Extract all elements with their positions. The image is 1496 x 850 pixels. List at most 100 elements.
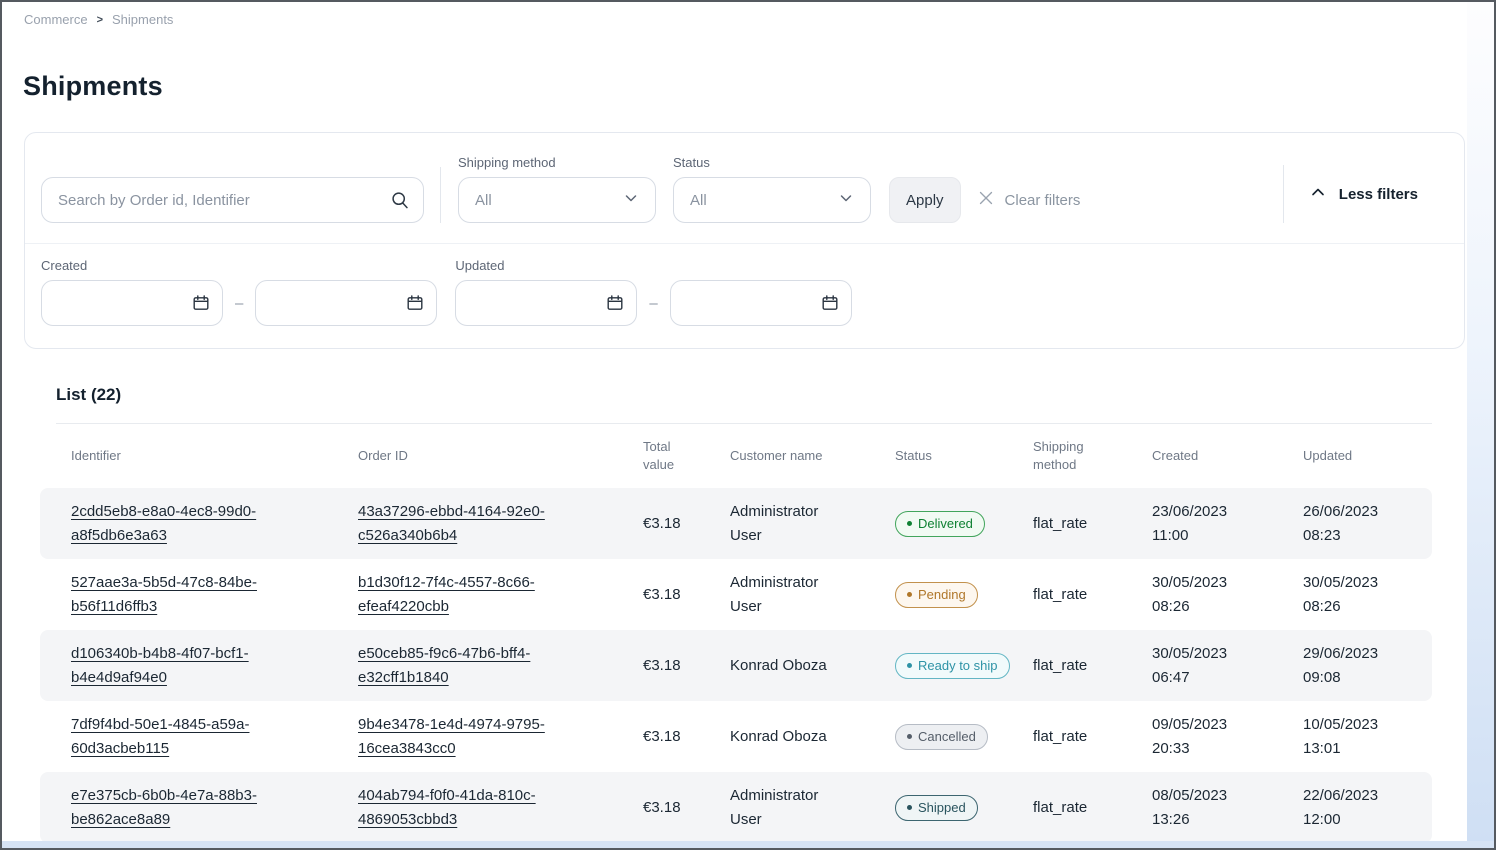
vertical-scrollbar[interactable] [1467,2,1494,842]
shipping-method-cell: flat_rate [1033,586,1152,603]
order-id-link[interactable]: 43a37296-ebbd-4164-92e0-c526a340b6b4 [358,500,572,548]
table-header: Identifier Order ID Total value Customer… [40,424,1432,488]
chevron-down-icon [623,190,639,210]
less-filters-button[interactable]: Less filters [1309,183,1418,205]
column-header-updated[interactable]: Updated [1303,447,1432,465]
calendar-icon[interactable] [405,293,425,318]
identifier-link[interactable]: e7e375cb-6b0b-4e7a-88b3-be862ace8a89 [71,784,285,832]
created-cell: 09/05/2023 20:33 [1152,713,1303,761]
updated-from-field [455,280,637,326]
column-header-shipping-method[interactable]: Shipping method [1033,438,1105,474]
shipping-method-cell: flat_rate [1033,657,1152,674]
status-badge: Delivered [895,511,985,537]
status-dot-icon [907,521,912,526]
status-badge: Shipped [895,795,978,821]
chevron-up-icon [1309,183,1327,205]
total-value-cell: €3.18 [643,799,730,816]
filters-toggle-area: Less filters [1283,147,1448,223]
status-badge: Ready to ship [895,653,1010,679]
status-dot-icon [907,663,912,668]
order-id-link[interactable]: b1d30f12-7f4c-4557-8c66-efeaf4220cbb [358,571,572,619]
column-header-created[interactable]: Created [1152,447,1303,465]
status-dot-icon [907,805,912,810]
breadcrumb-shipments[interactable]: Shipments [112,12,173,27]
created-label: Created [41,258,437,273]
created-filter: Created – [41,258,437,326]
shipping-method-cell: flat_rate [1033,515,1152,532]
status-label: Status [673,155,871,170]
updated-cell: 26/06/2023 08:23 [1303,500,1432,548]
breadcrumb-separator-icon: > [97,14,103,26]
filters-panel: Shipping method All Status All [24,132,1465,349]
customer-name-cell: Konrad Oboza [730,725,842,749]
identifier-link[interactable]: 2cdd5eb8-e8a0-4ec8-99d0-a8f5db6e3a63 [71,500,285,548]
customer-name-cell: Administrator User [730,571,842,619]
calendar-icon[interactable] [605,293,625,318]
updated-cell: 10/05/2023 13:01 [1303,713,1432,761]
updated-label: Updated [455,258,851,273]
order-id-link[interactable]: e50ceb85-f9c6-47b6-bff4-e32cff1b1840 [358,642,572,690]
identifier-link[interactable]: d106340b-b4b8-4f07-bcf1-b4e4d9af94e0 [71,642,285,690]
shipments-page: Commerce > Shipments Shipments Shipping … [0,0,1496,850]
status-badge-label: Pending [918,587,966,603]
table-row: e7e375cb-6b0b-4e7a-88b3-be862ace8a89 404… [40,772,1432,843]
total-value-cell: €3.18 [643,586,730,603]
column-header-total-value[interactable]: Total value [643,438,695,474]
order-id-link[interactable]: 9b4e3478-1e4d-4974-9795-16cea3843cc0 [358,713,572,761]
table-row: 527aae3a-5b5d-47c8-84be-b56f11d6ffb3 b1d… [40,559,1432,630]
shipping-method-value: All [475,192,492,209]
shipping-method-select[interactable]: All [458,177,656,223]
column-header-customer-name[interactable]: Customer name [730,447,895,465]
breadcrumb: Commerce > Shipments [2,2,1494,27]
calendar-icon[interactable] [191,293,211,318]
order-id-link[interactable]: 404ab794-f0f0-41da-810c-4869053cbbd3 [358,784,572,832]
customer-name-cell: Administrator User [730,784,842,832]
chevron-down-icon [838,190,854,210]
column-header-identifier[interactable]: Identifier [71,447,358,465]
table-body: 2cdd5eb8-e8a0-4ec8-99d0-a8f5db6e3a63 43a… [40,488,1432,843]
filter-divider [1283,165,1284,223]
search-input[interactable] [41,177,424,223]
shipping-method-field: Shipping method All [458,155,656,223]
table-row: 7df9f4bd-50e1-4845-a59a-60d3acbeb115 9b4… [40,701,1432,772]
created-cell: 23/06/2023 11:00 [1152,500,1303,548]
status-badge: Cancelled [895,724,988,750]
close-icon [977,189,995,211]
updated-cell: 30/05/2023 08:26 [1303,571,1432,619]
status-select[interactable]: All [673,177,871,223]
calendar-icon[interactable] [820,293,840,318]
clear-filters-button[interactable]: Clear filters [977,177,1081,223]
status-field: Status All [673,155,871,223]
identifier-link[interactable]: 7df9f4bd-50e1-4845-a59a-60d3acbeb115 [71,713,285,761]
customer-name-cell: Konrad Oboza [730,654,842,678]
date-range-separator: – [649,295,657,312]
status-badge-label: Delivered [918,516,973,532]
status-badge-label: Shipped [918,800,966,816]
status-dot-icon [907,592,912,597]
filters-main-row: Shipping method All Status All [25,133,1464,243]
shipments-list: List (22) Identifier Order ID Total valu… [40,385,1432,843]
total-value-cell: €3.18 [643,657,730,674]
status-cell: Delivered [895,511,1033,537]
updated-to-field [670,280,852,326]
table-row: 2cdd5eb8-e8a0-4ec8-99d0-a8f5db6e3a63 43a… [40,488,1432,559]
column-header-status[interactable]: Status [895,447,1033,465]
column-header-order-id[interactable]: Order ID [358,447,643,465]
created-cell: 30/05/2023 06:47 [1152,642,1303,690]
horizontal-scrollbar[interactable] [2,841,1494,848]
created-from-field [41,280,223,326]
search-box [41,177,424,223]
total-value-cell: €3.18 [643,728,730,745]
identifier-link[interactable]: 527aae3a-5b5d-47c8-84be-b56f11d6ffb3 [71,571,285,619]
shipping-method-cell: flat_rate [1033,799,1152,816]
created-to-field [255,280,437,326]
breadcrumb-commerce[interactable]: Commerce [24,12,88,27]
status-value: All [690,192,707,209]
created-cell: 30/05/2023 08:26 [1152,571,1303,619]
status-dot-icon [907,734,912,739]
status-badge-label: Ready to ship [918,658,998,674]
filter-divider [440,167,441,223]
apply-button[interactable]: Apply [889,177,961,223]
status-badge: Pending [895,582,978,608]
customer-name-cell: Administrator User [730,500,842,548]
